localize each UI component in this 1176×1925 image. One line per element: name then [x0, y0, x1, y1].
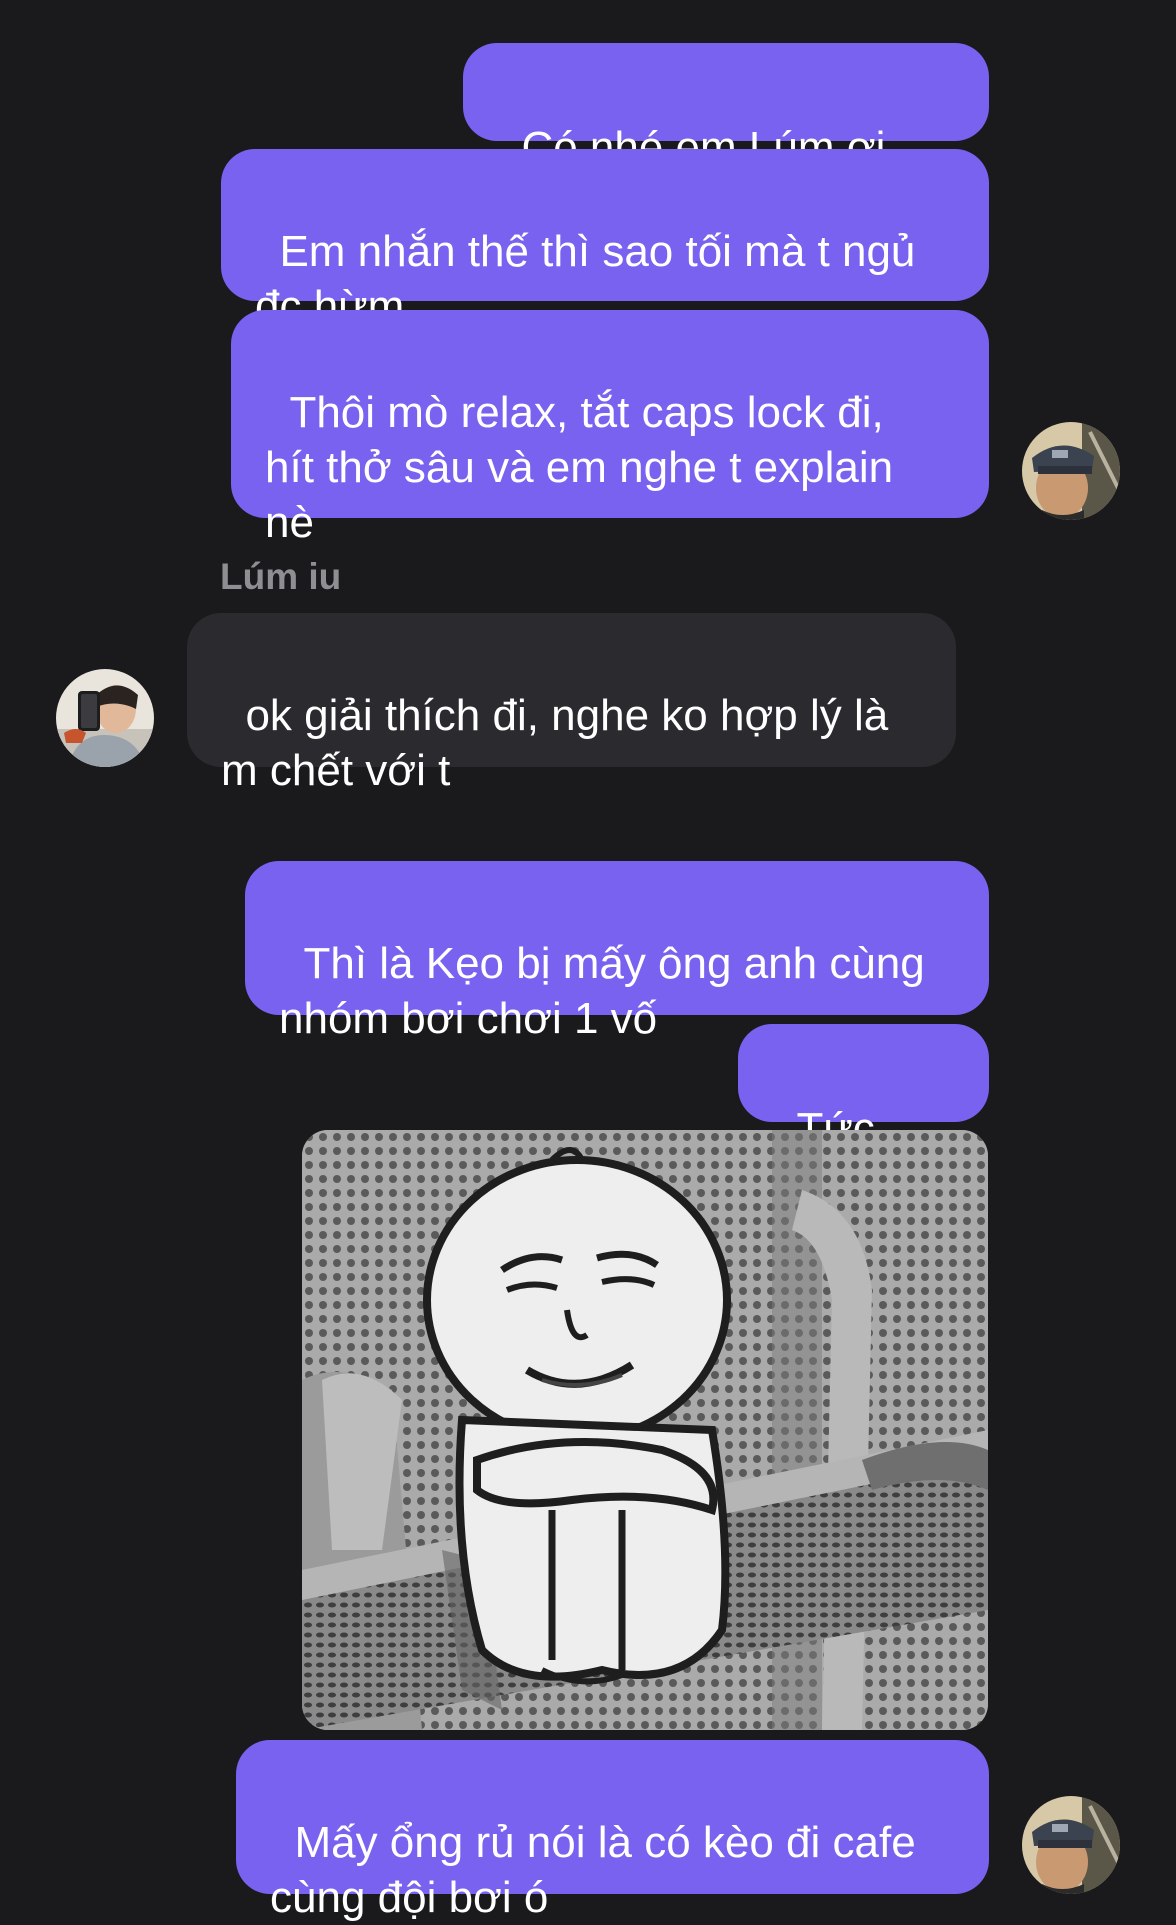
my-avatar[interactable]: [1022, 1796, 1120, 1894]
contact-avatar-image: [56, 669, 154, 767]
message-text: Mấy ổng rủ nói là có kèo đi cafe cùng độ…: [270, 1818, 916, 1922]
my-avatar-image: [1022, 422, 1120, 520]
message-bubble-sent[interactable]: Có nhé em Lúm ơi: [463, 43, 989, 225]
message-text: ok giải thích đi, nghe ko hợp lý là m ch…: [221, 691, 889, 795]
sticker-image: [302, 1130, 988, 1730]
message-bubble-sent[interactable]: Mấy ổng rủ nói là có kèo đi cafe cùng độ…: [236, 1740, 989, 1922]
my-avatar-image: [1022, 1796, 1120, 1894]
crying-meme-figure-sticker[interactable]: [302, 1130, 988, 1730]
sender-name: Lúm iu: [220, 556, 342, 597]
message-bubble-received[interactable]: ok giải thích đi, nghe ko hợp lý là m ch…: [187, 613, 956, 795]
message-bubble-sent[interactable]: Thôi mò relax, tắt caps lock đi, hít thở…: [231, 310, 989, 547]
my-avatar[interactable]: [1022, 422, 1120, 520]
message-text: Thôi mò relax, tắt caps lock đi, hít thở…: [265, 388, 894, 547]
message-bubble-sent[interactable]: Thì là Kẹo bị mấy ông anh cùng nhóm bơi …: [245, 861, 989, 1043]
message-bubble-sent[interactable]: Tức đcđ: [738, 1024, 989, 1208]
message-bubble-sent[interactable]: Em nhắn thế thì sao tối mà t ngủ đc hừm: [221, 149, 989, 384]
contact-avatar[interactable]: [56, 669, 154, 767]
